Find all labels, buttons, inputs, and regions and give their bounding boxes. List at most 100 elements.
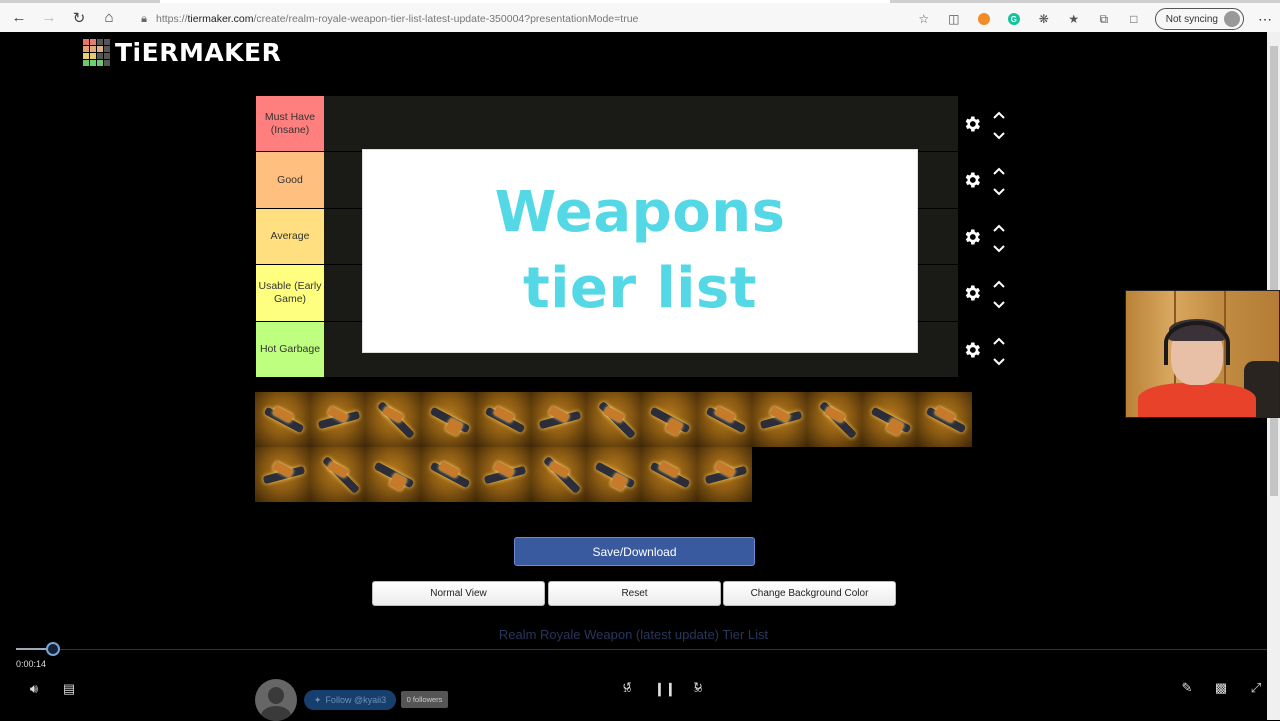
gear-icon[interactable] bbox=[962, 283, 982, 303]
chevron-up-icon[interactable] bbox=[992, 107, 1006, 119]
captions-icon[interactable]: ▤ bbox=[60, 681, 78, 697]
chevron-down-icon[interactable] bbox=[992, 184, 1006, 196]
add-favorite-icon[interactable]: ☆ bbox=[909, 6, 939, 32]
chevron-up-icon[interactable] bbox=[992, 333, 1006, 345]
rewind-10-icon[interactable]: ↺ 10 bbox=[617, 680, 637, 694]
weapon-item[interactable] bbox=[806, 392, 863, 447]
extension-orange-icon[interactable] bbox=[969, 6, 999, 32]
logo-cell bbox=[83, 46, 89, 52]
weapon-item[interactable] bbox=[530, 392, 587, 447]
address-bar[interactable]: 🔒︎ https://tiermaker.com/create/realm-ro… bbox=[132, 6, 932, 32]
more-icon[interactable]: ⋯ bbox=[1250, 11, 1280, 28]
forward-30-icon[interactable]: ↻ 30 bbox=[688, 680, 708, 694]
weapon-item[interactable] bbox=[530, 447, 587, 502]
weapon-item[interactable] bbox=[862, 392, 918, 447]
twitter-bird-icon: ✦ bbox=[313, 694, 322, 705]
tier-label[interactable]: Hot Garbage bbox=[256, 321, 324, 377]
item-pool-row bbox=[255, 392, 973, 447]
extensions-icon[interactable]: ❋ bbox=[1029, 6, 1059, 32]
home-icon[interactable]: ⌂ bbox=[94, 4, 124, 32]
url-host: tiermaker.com bbox=[187, 13, 254, 25]
weapon-item[interactable] bbox=[475, 447, 531, 502]
pencil-icon[interactable]: ✎ bbox=[1178, 680, 1196, 696]
tier-controls bbox=[962, 96, 1012, 378]
gear-icon[interactable] bbox=[962, 227, 982, 247]
refresh-icon[interactable]: ↻ bbox=[64, 4, 94, 32]
normal-view-button[interactable]: Normal View bbox=[372, 581, 545, 606]
split-screen-icon[interactable]: □ bbox=[1119, 6, 1149, 32]
logo-cell bbox=[104, 53, 110, 59]
page-content: TiERMAKER Must Have (Insane) Good Average U… bbox=[0, 32, 1267, 720]
reset-button[interactable]: Reset bbox=[548, 581, 721, 606]
weapon-item[interactable] bbox=[641, 392, 697, 447]
lock-icon[interactable]: 🔒︎ bbox=[132, 13, 156, 26]
tier-label[interactable]: Good bbox=[256, 152, 324, 208]
change-background-color-button[interactable]: Change Background Color bbox=[723, 581, 896, 606]
weapon-item[interactable] bbox=[917, 392, 973, 447]
favorites-icon[interactable]: ★ bbox=[1059, 6, 1089, 32]
grammarly-icon[interactable]: G bbox=[999, 6, 1029, 32]
volume-icon[interactable]: 🔊︎ bbox=[24, 681, 44, 697]
twitter-follow-button[interactable]: ✦ Follow @kyaii3 bbox=[304, 690, 396, 710]
toolbar-icons: ☆ ◫ G ❋ ★ ⧉ □ Not syncing ⋯ bbox=[909, 6, 1280, 32]
weapon-item[interactable] bbox=[641, 447, 697, 502]
weapon-item[interactable] bbox=[586, 392, 642, 447]
forward-icon[interactable]: → bbox=[34, 4, 64, 32]
tier-control-row bbox=[962, 152, 1012, 208]
followers-count: 0 followers bbox=[401, 691, 448, 708]
weapon-item[interactable] bbox=[420, 392, 476, 447]
weapon-item[interactable] bbox=[751, 392, 807, 447]
gear-icon[interactable] bbox=[962, 170, 982, 190]
collections-icon[interactable]: ◫ bbox=[939, 6, 969, 32]
exit-fullscreen-icon[interactable]: ⤢ bbox=[1247, 680, 1265, 696]
weapon-item[interactable] bbox=[475, 392, 531, 447]
weapon-item[interactable] bbox=[255, 447, 311, 502]
seek-thumb[interactable] bbox=[46, 642, 60, 656]
tab-actions-icon[interactable]: ⧉ bbox=[1089, 6, 1119, 32]
author-avatar[interactable] bbox=[255, 679, 297, 721]
tier-label[interactable]: Average bbox=[256, 208, 324, 265]
logo-cell bbox=[97, 46, 103, 52]
logo-text: TiERMAKER bbox=[115, 38, 282, 67]
tier-control-row bbox=[962, 209, 1012, 265]
pause-icon[interactable]: ❙❙ bbox=[654, 681, 676, 697]
gear-icon[interactable] bbox=[962, 114, 982, 134]
gear-icon[interactable] bbox=[962, 340, 982, 360]
weapon-item[interactable] bbox=[365, 447, 421, 502]
tier-label[interactable]: Must Have (Insane) bbox=[256, 96, 324, 152]
elapsed-time: 0:00:14 bbox=[16, 659, 47, 669]
seek-track[interactable] bbox=[16, 649, 1267, 650]
weapon-item[interactable] bbox=[586, 447, 642, 502]
weapon-item[interactable] bbox=[696, 392, 752, 447]
logo-cell bbox=[83, 60, 89, 66]
profile-sync-button[interactable]: Not syncing bbox=[1154, 8, 1244, 30]
chevron-down-icon[interactable] bbox=[992, 354, 1006, 365]
mini-player-icon[interactable]: ▩ bbox=[1212, 680, 1230, 696]
item-pool-row bbox=[255, 447, 973, 502]
tier-control-row bbox=[962, 96, 1012, 152]
tier-drop-zone[interactable] bbox=[324, 96, 958, 152]
tier-label[interactable]: Usable (Early Game) bbox=[256, 265, 324, 321]
tiermaker-logo[interactable]: TiERMAKER bbox=[83, 38, 281, 67]
weapon-item[interactable] bbox=[420, 447, 476, 502]
chevron-down-icon[interactable] bbox=[992, 297, 1006, 309]
logo-cell bbox=[104, 46, 110, 52]
active-tab[interactable] bbox=[160, 0, 890, 3]
chevron-up-icon[interactable] bbox=[992, 220, 1006, 232]
chevron-down-icon[interactable] bbox=[992, 241, 1006, 253]
weapon-item[interactable] bbox=[255, 392, 311, 447]
overlay-line-1: Weapons bbox=[494, 180, 786, 245]
weapon-item[interactable] bbox=[365, 392, 421, 447]
back-icon[interactable]: ← bbox=[4, 4, 34, 32]
chevron-up-icon[interactable] bbox=[992, 163, 1006, 176]
weapon-item[interactable] bbox=[310, 392, 366, 447]
logo-cell bbox=[83, 53, 89, 59]
scrollbar-thumb[interactable] bbox=[1270, 46, 1278, 496]
chevron-up-icon[interactable] bbox=[992, 276, 1006, 288]
weapon-item[interactable] bbox=[310, 447, 366, 502]
weapon-item[interactable] bbox=[696, 447, 752, 502]
save-download-button[interactable]: Save/Download bbox=[514, 537, 755, 566]
logo-cell bbox=[97, 39, 103, 45]
logo-cell bbox=[83, 39, 89, 45]
chevron-down-icon[interactable] bbox=[992, 128, 1006, 140]
